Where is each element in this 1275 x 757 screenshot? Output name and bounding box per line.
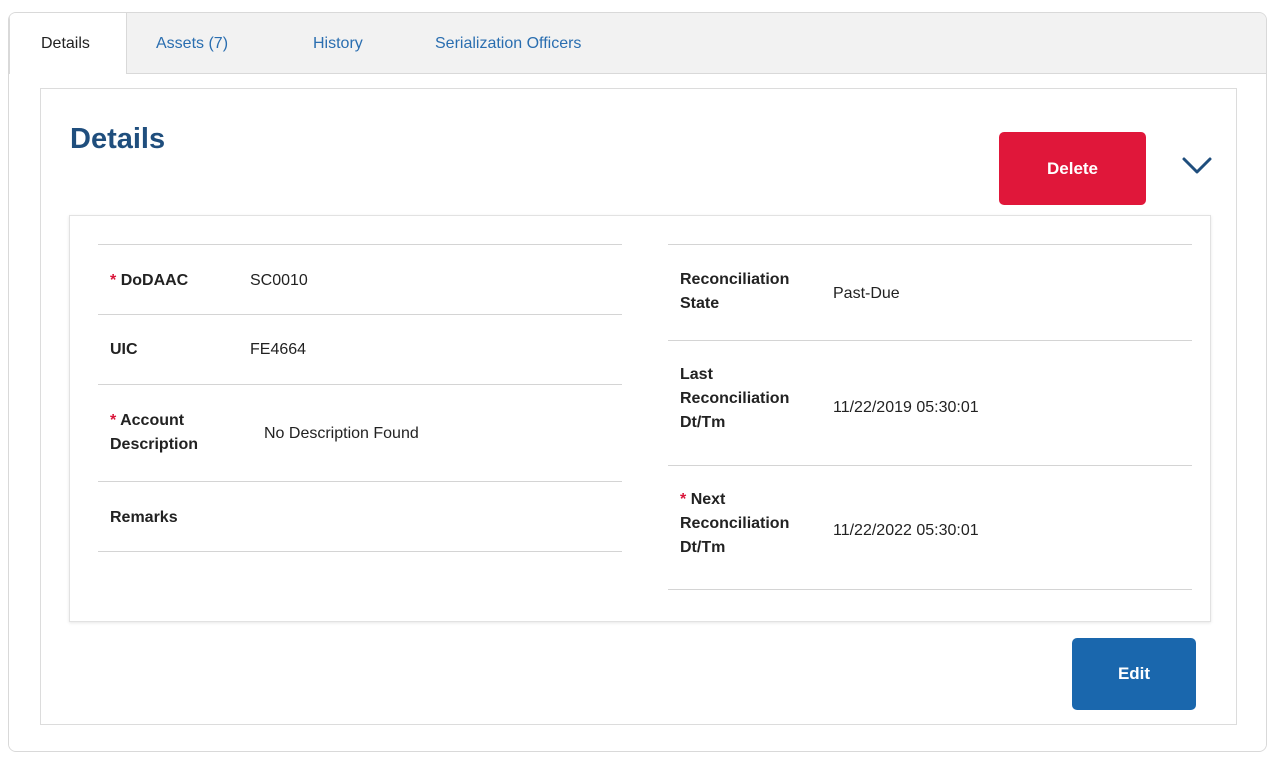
tab-panel: Details Delete * DoDAAC SC0010 UIC FE466… (9, 73, 1266, 751)
chevron-down-icon[interactable] (1179, 153, 1215, 181)
next-reconciliation-value: 11/22/2022 05:30:01 (833, 522, 979, 539)
required-marker: * (680, 491, 687, 508)
uic-value: FE4664 (250, 341, 307, 358)
divider (98, 244, 622, 245)
divider (668, 589, 1192, 590)
divider (668, 340, 1192, 341)
divider (98, 314, 622, 315)
dodaac-value: SC0010 (250, 272, 308, 289)
divider (98, 384, 622, 385)
uic-label: UIC (110, 341, 138, 358)
divider (668, 465, 1192, 466)
details-form: * DoDAAC SC0010 UIC FE4664 * Account Des… (69, 215, 1211, 622)
delete-button[interactable]: Delete (999, 132, 1146, 205)
dodaac-label: * DoDAAC (110, 272, 189, 289)
required-marker: * (110, 412, 117, 429)
remarks-label: Remarks (110, 509, 178, 526)
account-description-value: No Description Found (264, 425, 419, 442)
required-marker: * (110, 272, 117, 289)
divider (98, 551, 622, 552)
divider (668, 244, 1192, 245)
last-reconciliation-label: Last Reconciliation Dt/Tm (680, 366, 790, 431)
next-reconciliation-label: * Next Reconciliation Dt/Tm (680, 491, 790, 556)
record-container: Details Assets (7) History Serialization… (8, 12, 1267, 752)
reconciliation-state-label: Reconciliation State (680, 271, 790, 312)
details-card: Details Delete * DoDAAC SC0010 UIC FE466… (40, 88, 1237, 725)
tab-details[interactable]: Details (9, 13, 127, 74)
tab-history[interactable]: History (313, 13, 363, 74)
tab-assets[interactable]: Assets (7) (156, 13, 228, 74)
tab-serialization-officers[interactable]: Serialization Officers (435, 13, 581, 74)
divider (98, 481, 622, 482)
tab-bar: Details Assets (7) History Serialization… (9, 13, 1266, 74)
account-description-label: * Account Description (110, 412, 199, 453)
edit-button[interactable]: Edit (1072, 638, 1196, 710)
last-reconciliation-value: 11/22/2019 05:30:01 (833, 399, 979, 416)
reconciliation-state-value: Past-Due (833, 285, 900, 302)
card-title: Details (70, 123, 166, 155)
